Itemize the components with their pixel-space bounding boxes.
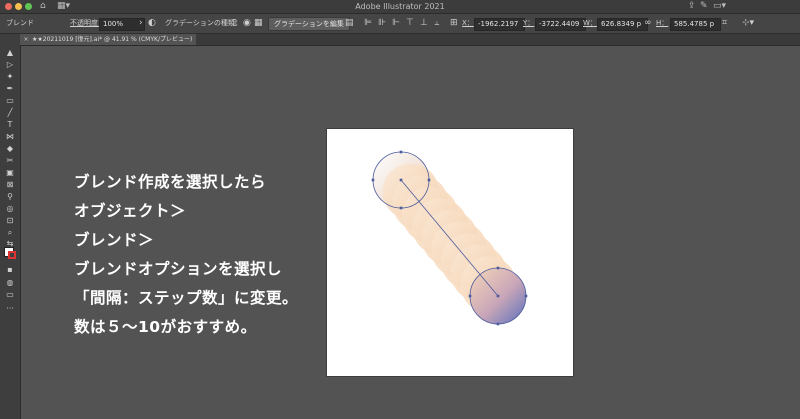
brush-icon[interactable]: ✎	[700, 1, 708, 12]
anchor-point[interactable]	[399, 206, 403, 210]
screen-mode-icon[interactable]: ▭	[3, 290, 17, 300]
y-label: Y：	[523, 19, 535, 27]
anchor-point[interactable]	[399, 178, 403, 182]
caption-line: ブレンドオプションを選択し	[74, 260, 283, 278]
align-top-icon[interactable]: ⊤	[406, 14, 414, 33]
isolate-group-icon[interactable]: ⊹▾	[742, 14, 754, 33]
artboard-tool-icon[interactable]: ⊡	[3, 216, 17, 226]
paintbrush-tool-icon[interactable]: ╱	[3, 108, 17, 118]
scissors-tool-icon[interactable]: ✂	[3, 156, 17, 166]
anchor-point[interactable]	[496, 266, 500, 270]
align-bottom-icon[interactable]: ⫠	[434, 14, 439, 33]
x-position-field[interactable]: -1962.2197	[474, 18, 525, 31]
constrain-proportions-icon[interactable]: ∞	[644, 14, 652, 33]
gradient-tool-icon[interactable]: ▣	[3, 168, 17, 178]
anchor-point[interactable]	[496, 322, 500, 326]
anchor-point[interactable]	[427, 178, 431, 182]
caption-line: ブレンド＞	[74, 231, 155, 249]
color-mode-icon[interactable]: ▪	[3, 265, 17, 275]
anchor-point[interactable]	[468, 294, 472, 298]
x-label: X：	[462, 19, 474, 27]
close-tab-icon[interactable]: ×	[20, 34, 32, 45]
type-tool-icon[interactable]: T	[3, 120, 17, 130]
caption-line: ブレンド作成を選択したら	[74, 173, 267, 191]
tools-panel: ▲ ▷ ✦ ✒ ▭ ╱ T ⋈ ◆ ✂ ▣ ⊠ ⚲ ◎ ⊡ ⌕ ⇆ ▪ ◍ ▭ …	[0, 34, 21, 419]
anchor-point[interactable]	[399, 150, 403, 154]
selection-type-label: ブレンド	[6, 19, 34, 27]
width-label: W：	[583, 19, 597, 27]
caption-line: 「間隔：ステップ数」に変更。	[74, 289, 299, 307]
instruction-caption: ブレンド作成を選択したら オブジェクト＞ ブレンド＞ ブレンドオプションを選択し…	[74, 168, 324, 342]
blend-tool-icon[interactable]: ◎	[3, 204, 17, 214]
reflect-tool-icon[interactable]: ⋈	[3, 132, 17, 142]
opacity-dropdown-icon[interactable]: ›	[139, 14, 143, 33]
reference-point-icon[interactable]: ⊞	[450, 14, 458, 33]
anchor-point[interactable]	[371, 178, 375, 182]
more-tools-icon[interactable]: ···	[3, 304, 17, 314]
align-to-icon[interactable]: ▤	[345, 14, 354, 33]
freeform-gradient-icon[interactable]: ▦	[254, 14, 263, 33]
title-bar: ⌂ ▦▾ Adobe Illustrator 2021 ⇪ ✎ ▭▾	[0, 0, 800, 14]
height-label: H：	[656, 19, 669, 27]
stroke-swatch[interactable]	[8, 251, 16, 259]
recolor-icon[interactable]: ◐	[148, 14, 156, 33]
selection-tool-icon[interactable]: ▲	[3, 48, 17, 58]
transform-icon[interactable]: ⌗	[722, 14, 727, 33]
rectangle-tool-icon[interactable]: ▭	[3, 96, 17, 106]
gradient-type-label: グラデーションの種類：	[165, 19, 242, 27]
width-field[interactable]: 626.8349 p	[597, 18, 648, 31]
app-title: Adobe Illustrator 2021	[355, 2, 445, 11]
artboard[interactable]	[327, 129, 573, 376]
edit-gradient-button[interactable]: グラデーションを編集	[268, 17, 350, 31]
direct-selection-tool-icon[interactable]: ▷	[3, 60, 17, 70]
workspace-layout-icon[interactable]: ▭▾	[713, 1, 726, 12]
document-tab-bar: × ★★20211019 [復元].ai* @ 41.91 % (CMYK/プレビ…	[20, 34, 800, 46]
blend-artwork[interactable]	[327, 129, 573, 376]
zoom-tool-icon[interactable]: ⌕	[3, 228, 17, 238]
eyedropper-tool-icon[interactable]: ⚲	[3, 192, 17, 202]
radial-gradient-icon[interactable]: ◉	[243, 14, 251, 33]
mesh-tool-icon[interactable]: ⊠	[3, 180, 17, 190]
align-center-icon[interactable]: ⊪	[378, 14, 386, 33]
linear-gradient-icon[interactable]: ▯	[232, 14, 237, 33]
anchor-point[interactable]	[496, 294, 500, 298]
anchor-point[interactable]	[524, 294, 528, 298]
document-tab[interactable]: × ★★20211019 [復元].ai* @ 41.91 % (CMYK/プレビ…	[20, 34, 196, 45]
eraser-tool-icon[interactable]: ◆	[3, 144, 17, 154]
share-icon[interactable]: ⇪	[688, 1, 696, 12]
y-position-field[interactable]: -3722.4409	[535, 18, 586, 31]
caption-line: 数は５～10がおすすめ。	[74, 318, 257, 336]
align-right-icon[interactable]: ⊩	[392, 14, 400, 33]
pen-tool-icon[interactable]: ✒	[3, 84, 17, 94]
align-left-icon[interactable]: ⊫	[364, 14, 372, 33]
height-field[interactable]: 585.4785 p	[670, 18, 721, 31]
caption-line: オブジェクト＞	[74, 202, 187, 220]
document-tab-label: ★★20211019 [復元].ai* @ 41.91 % (CMYK/プレビュ…	[32, 36, 193, 43]
align-middle-icon[interactable]: ⊥	[420, 14, 428, 33]
draw-mode-icon[interactable]: ◍	[3, 278, 17, 288]
control-bar: ブレンド 不透明度： 100% › ◐ グラデーションの種類： ▯ ◉ ▦ グラ…	[0, 14, 800, 34]
magic-wand-tool-icon[interactable]: ✦	[3, 72, 17, 82]
